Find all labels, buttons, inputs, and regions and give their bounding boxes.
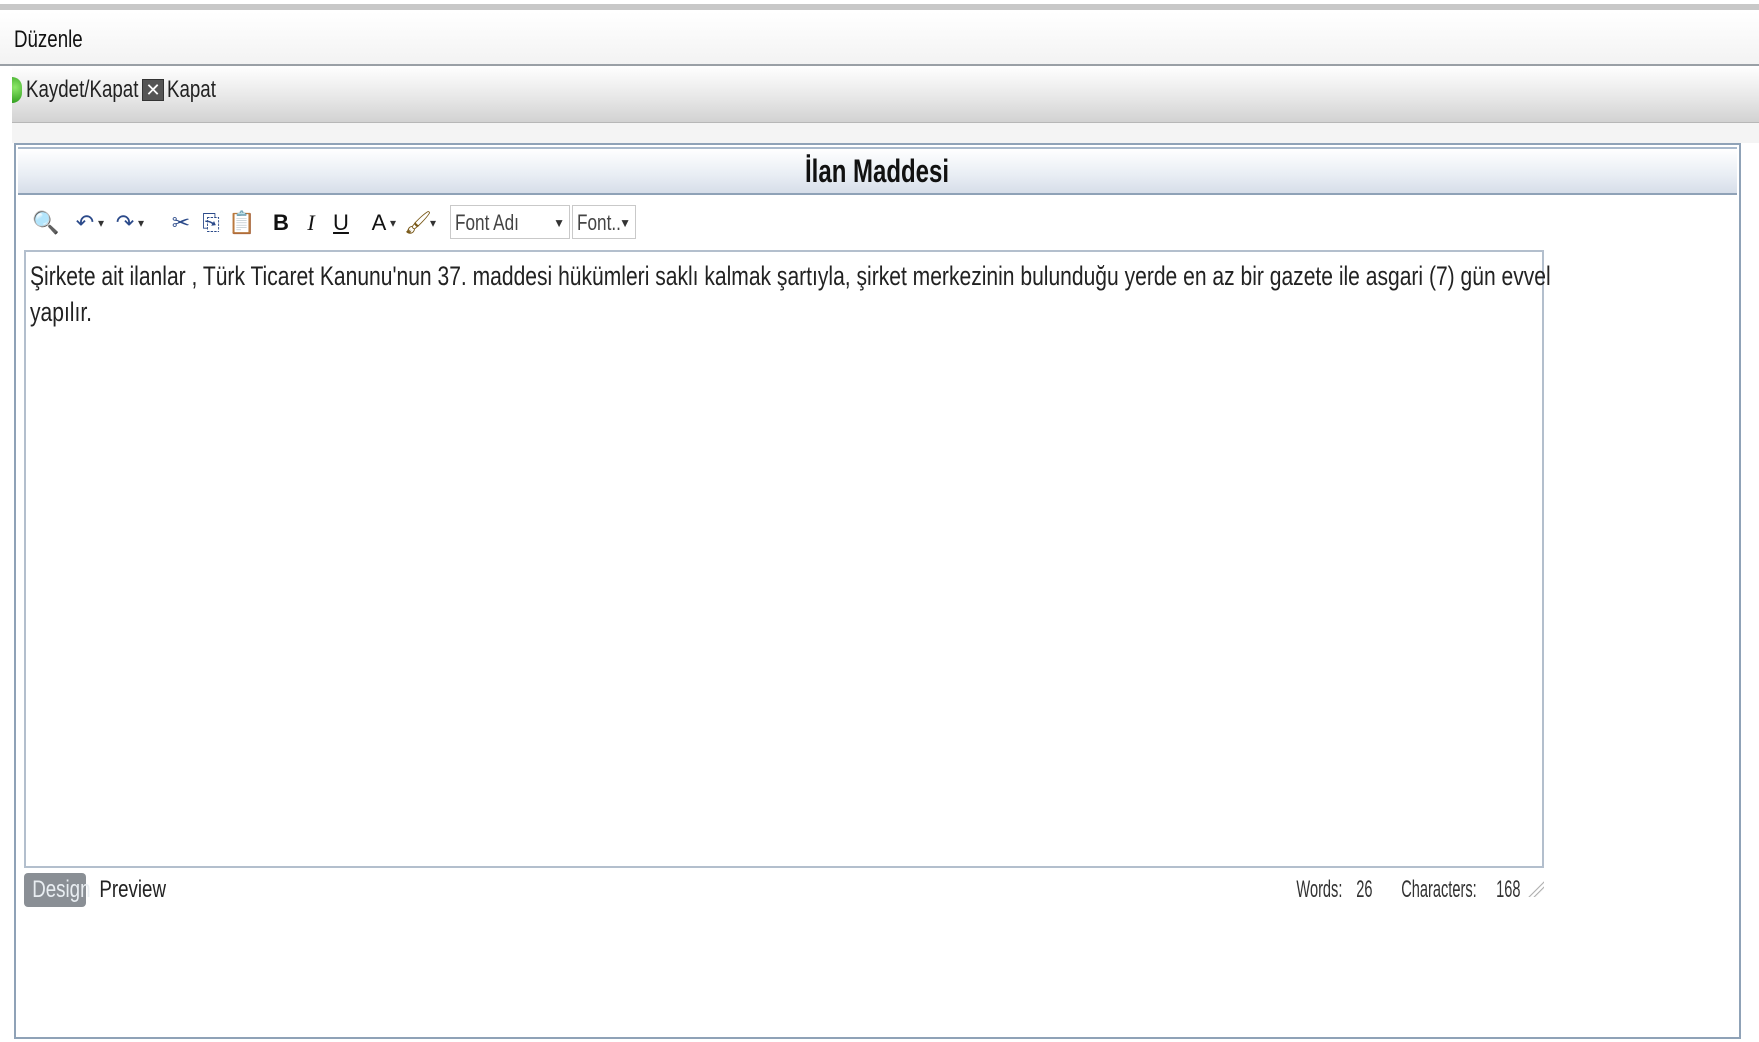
resize-grip-icon[interactable] — [1528, 881, 1544, 897]
menu-bar: Düzenle — [0, 12, 1759, 66]
content-editor[interactable]: Şirkete ait ilanlar , Türk Ticaret Kanun… — [24, 250, 1551, 868]
copy-icon[interactable]: ⎘ — [198, 209, 224, 237]
characters-label: Characters: — [1401, 876, 1477, 903]
chevron-down-icon: ▼ — [553, 216, 565, 230]
preview-tab-label: Preview — [99, 876, 166, 903]
highlight-icon[interactable]: 🖌 — [404, 209, 432, 237]
editor-statusbar: Design Preview Words: 26 Characters: 168 — [24, 873, 1544, 913]
words-count: 26 — [1356, 876, 1373, 903]
menu-title[interactable]: Düzenle — [14, 26, 83, 54]
close-button[interactable]: ✕ Kapat — [142, 76, 230, 104]
font-size-select[interactable]: Font.. ▼ — [572, 205, 636, 239]
undo-dropdown-icon[interactable]: ▾ — [98, 209, 104, 237]
action-toolbar: Kaydet/Kapat ✕ Kapat — [12, 66, 1759, 123]
undo-icon[interactable]: ↶ — [72, 209, 98, 237]
word-count-status: Words: 26 Characters: 168 — [1224, 873, 1524, 907]
preview-tab[interactable]: Preview — [90, 873, 175, 907]
paste-icon[interactable]: 📋 — [228, 209, 255, 237]
find-icon[interactable]: 🔍 — [32, 209, 59, 237]
redo-dropdown-icon[interactable]: ▾ — [138, 209, 144, 237]
cut-icon[interactable]: ✂ — [168, 209, 194, 237]
font-name-select[interactable]: Font Adı ▼ — [450, 205, 570, 239]
font-size-value: Font.. — [577, 210, 621, 235]
bold-icon[interactable]: B — [268, 209, 294, 237]
characters-count: 168 — [1496, 876, 1521, 903]
highlight-dropdown-icon[interactable]: ▾ — [430, 209, 436, 237]
underline-icon[interactable]: U — [328, 209, 354, 237]
font-color-dropdown-icon[interactable]: ▾ — [390, 209, 396, 237]
save-close-label: Kaydet/Kapat — [26, 76, 139, 103]
toolbar-spacer — [12, 123, 1759, 143]
italic-icon[interactable]: I — [298, 209, 324, 237]
design-tab[interactable]: Design — [24, 873, 90, 907]
font-name-value: Font Adı — [455, 210, 519, 235]
close-label: Kapat — [167, 76, 216, 103]
editor-toolbar: 🔍 ↶ ▾ ↷ ▾ ✂ ⎘ 📋 B I U A ▾ 🖌 ▾ Font Adı ▼… — [26, 203, 926, 241]
save-icon — [12, 77, 22, 103]
content-text: Şirkete ait ilanlar , Türk Ticaret Kanun… — [30, 261, 1551, 327]
window-top-border — [0, 4, 1759, 10]
font-color-icon[interactable]: A — [366, 209, 392, 237]
words-label: Words: — [1296, 876, 1343, 903]
panel-title: İlan Maddesi — [805, 153, 950, 189]
redo-icon[interactable]: ↷ — [112, 209, 138, 237]
chevron-down-icon: ▼ — [619, 216, 631, 230]
editor-panel: İlan Maddesi 🔍 ↶ ▾ ↷ ▾ ✂ ⎘ 📋 B I U A ▾ 🖌… — [14, 143, 1741, 1039]
design-tab-label: Design — [32, 876, 91, 903]
panel-header: İlan Maddesi — [18, 147, 1737, 195]
close-icon: ✕ — [142, 79, 164, 101]
